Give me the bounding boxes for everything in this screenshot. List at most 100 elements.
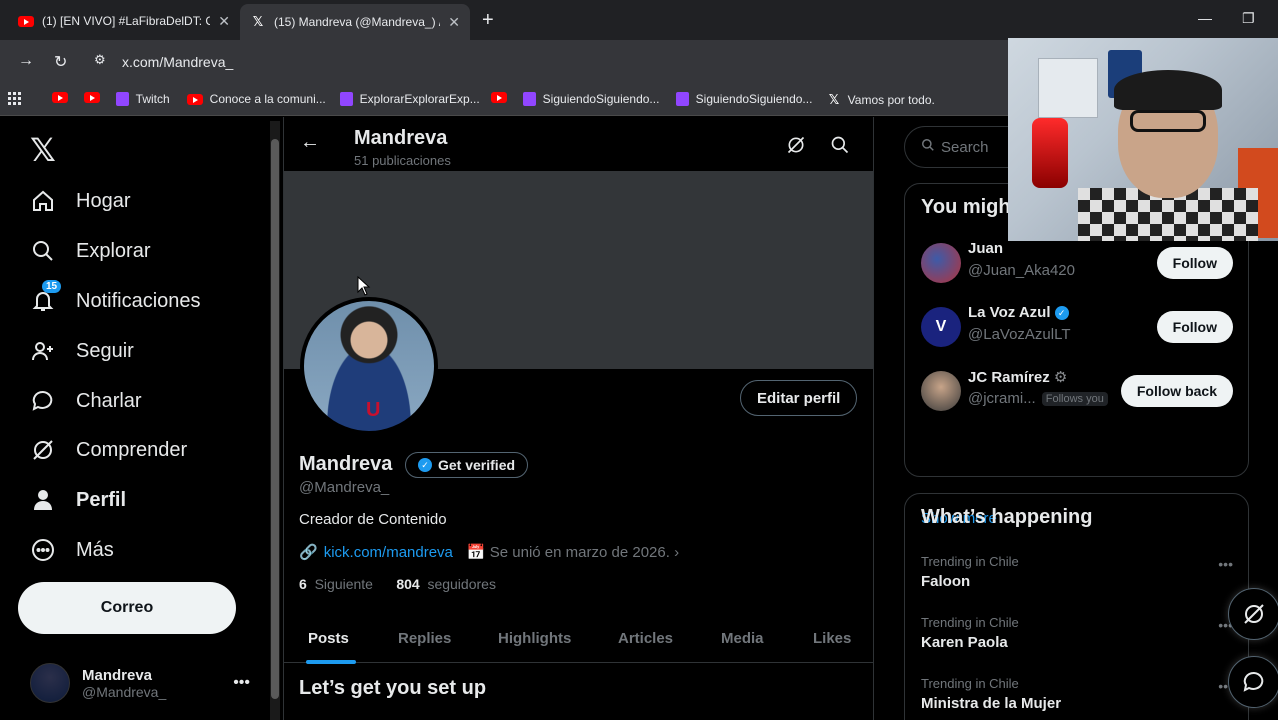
nav-item-more[interactable]: Más — [30, 530, 114, 570]
avatar — [30, 663, 70, 703]
x-icon: 𝕏 — [828, 92, 840, 107]
bookmark-label: SiguiendoSiguiendo... — [695, 92, 813, 106]
suggestion-row[interactable]: JC Ramírez ⚙ @jcrami... Follows you Follo… — [921, 366, 1233, 416]
bookmark-item[interactable]: 𝕏 Vamos por todo. — [827, 92, 935, 108]
nav-item-explore[interactable]: Explorar — [30, 231, 150, 271]
messages-floating-button[interactable] — [1228, 656, 1278, 708]
nav-item-notifications[interactable]: 15 Notificaciones — [30, 280, 201, 321]
trend-item[interactable]: Trending in Chile Faloon ••• — [921, 554, 1233, 590]
left-nav: 𝕏 Hogar Explorar 15 Notificaciones Segui… — [0, 117, 268, 720]
bookmark-item[interactable]: Twitch — [116, 92, 170, 106]
back-arrow-icon[interactable]: ← — [300, 131, 320, 154]
follow-button[interactable]: Follow — [1156, 247, 1233, 279]
bookmark-item[interactable]: SiguiendoSiguiendo... — [523, 92, 659, 106]
profile-handle: @Mandreva_ — [299, 479, 390, 496]
trend-item[interactable]: Trending in Chile Ministra de la Mujer •… — [921, 676, 1233, 712]
bookmark-item[interactable]: ExplorarExplorarExp... — [340, 92, 480, 106]
suggestion-handle-wrap: @jcrami... Follows you — [968, 390, 1108, 407]
more-icon[interactable]: ••• — [1218, 556, 1233, 572]
get-verified-label: Get verified — [438, 457, 516, 473]
account-switcher[interactable]: Mandreva @Mandreva_ ••• — [30, 661, 250, 705]
search-icon — [921, 138, 935, 156]
nav-item-home[interactable]: Hogar — [30, 181, 130, 221]
youtube-icon — [18, 15, 34, 27]
bookmark-item[interactable] — [52, 92, 68, 103]
bookmark-item[interactable]: Conoce a la comuni... — [187, 92, 326, 106]
profile-link[interactable]: kick.com/mandreva — [324, 544, 453, 561]
bell-icon: 15 — [30, 280, 62, 314]
reload-icon[interactable]: ↻ — [54, 52, 67, 72]
bookmark-item[interactable]: SiguiendoSiguiendo... — [676, 92, 812, 106]
gear-badge-icon: ⚙ — [1053, 369, 1068, 386]
edit-profile-button[interactable]: Editar perfil — [740, 380, 858, 416]
follow-button[interactable]: Follow — [1156, 311, 1233, 343]
following-link[interactable]: 6 Siguiente — [299, 576, 373, 592]
search-placeholder: Search — [941, 138, 989, 156]
youtube-icon — [84, 92, 100, 103]
tab-highlights[interactable]: Highlights — [498, 630, 571, 647]
grok-icon[interactable] — [786, 135, 806, 160]
bookmark-item[interactable] — [491, 92, 507, 103]
browser-tab-youtube[interactable]: (1) [EN VIVO] #LaFibraDelDT: C ✕ — [8, 6, 240, 36]
setup-title: Let’s get you set up — [299, 677, 487, 699]
suggestion-handle: @LaVozAzulLT — [968, 326, 1071, 343]
header-profile-name: Mandreva — [354, 127, 448, 149]
browser-tab-x[interactable]: 𝕏 (15) Mandreva (@Mandreva_) / ✕ — [240, 4, 470, 40]
nav-item-profile[interactable]: Perfil — [30, 480, 126, 520]
new-tab-icon[interactable]: + — [482, 9, 494, 32]
joined-date: 📅 Se unió en marzo de 2026. › — [467, 543, 679, 562]
account-name: Mandreva — [82, 666, 153, 684]
post-button[interactable]: Correo — [18, 582, 236, 634]
nav-item-follow[interactable]: Seguir — [30, 331, 134, 371]
search-icon — [30, 238, 56, 264]
follow-counts: 6 Siguiente 804 seguidores — [299, 576, 496, 592]
account-handle: @Mandreva_ — [82, 683, 167, 700]
url-field[interactable]: x.com/Mandreva_ — [122, 54, 233, 70]
verified-badge-icon: ✓ — [1054, 305, 1069, 320]
x-logo-icon[interactable]: 𝕏 — [30, 131, 56, 169]
scrollbar[interactable] — [270, 121, 280, 720]
suggestion-name-wrap: JC Ramírez ⚙ — [968, 368, 1068, 387]
twitch-icon — [116, 92, 129, 106]
nav-item-grok[interactable]: Comprender — [30, 430, 187, 470]
tab-media[interactable]: Media — [721, 630, 764, 647]
apps-icon[interactable] — [8, 92, 22, 106]
youtube-icon — [52, 92, 68, 103]
suggestion-row[interactable]: Juan @Juan_Aka420 Follow — [921, 238, 1233, 288]
bookmark-label: SiguiendoSiguiendo... — [542, 92, 660, 106]
trend-item[interactable]: Trending in Chile Karen Paola ••• — [921, 615, 1233, 651]
close-icon[interactable]: ✕ — [218, 13, 230, 30]
nav-item-chat[interactable]: Charlar — [30, 381, 142, 421]
site-info-icon[interactable]: ⚙ — [94, 52, 106, 68]
profile-meta: 🔗 kick.com/mandreva 📅 Se unió en marzo d… — [299, 543, 679, 562]
forward-icon[interactable]: → — [18, 52, 34, 70]
search-icon[interactable] — [830, 135, 850, 160]
scrollbar-thumb[interactable] — [271, 139, 279, 699]
profile-avatar[interactable]: U — [300, 297, 438, 435]
whats-happening-card: What’s happening Trending in Chile Faloo… — [904, 493, 1249, 720]
tab-articles[interactable]: Articles — [618, 630, 673, 647]
notification-badge: 15 — [42, 280, 62, 293]
close-icon[interactable]: ✕ — [448, 14, 460, 31]
active-tab-indicator — [306, 660, 356, 664]
grok-icon — [1244, 604, 1264, 624]
bookmark-label: Vamos por todo. — [847, 93, 935, 107]
suggestion-row[interactable]: V La Voz Azul ✓ @LaVozAzulLT Follow — [921, 302, 1233, 352]
grok-floating-button[interactable] — [1228, 588, 1278, 640]
followers-link[interactable]: 804 seguidores — [396, 576, 496, 592]
follow-back-button[interactable]: Follow back — [1120, 375, 1233, 407]
bookmark-label: Conoce a la comuni... — [209, 92, 326, 106]
tab-replies[interactable]: Replies — [398, 630, 451, 647]
trend-title: Faloon — [921, 573, 971, 590]
minimize-icon[interactable]: — — [1198, 10, 1212, 26]
tab-posts[interactable]: Posts — [308, 630, 349, 647]
nav-label: Hogar — [76, 189, 131, 212]
bookmark-item[interactable] — [84, 92, 100, 103]
restore-icon[interactable]: ❐ — [1242, 10, 1255, 27]
more-circle-icon — [30, 537, 56, 563]
tab-likes[interactable]: Likes — [813, 630, 851, 647]
chevron-right-icon[interactable]: › — [674, 544, 679, 561]
get-verified-button[interactable]: ✓ Get verified — [405, 452, 529, 478]
profile-name: Mandreva — [299, 453, 393, 475]
x-icon: 𝕏 — [252, 14, 264, 29]
